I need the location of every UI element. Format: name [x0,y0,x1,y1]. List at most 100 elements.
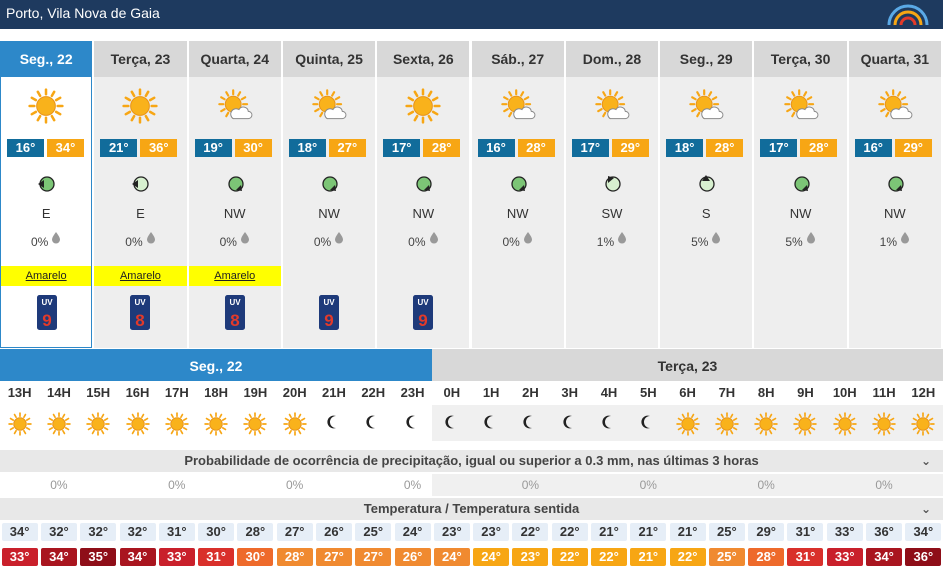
precip-prob: 1% [566,231,658,249]
hour-temp: 29° [748,523,785,541]
temp-section-header[interactable]: Temperatura / Temperatura sentida ⌄ [0,498,943,520]
day-column[interactable]: Seg., 29 18° 28° S 5% [660,41,753,348]
temp-min: 16° [477,139,515,157]
temp-max: 28° [706,139,744,157]
precip-section-header[interactable]: Probabilidade de ocorrência de precipita… [0,450,943,472]
hour-label: 10H [832,385,857,400]
wind-direction-label: NW [789,206,812,221]
sun-icon [747,412,786,436]
svg-text:UV: UV [229,298,241,307]
hour-temp: 27° [276,523,313,541]
uv-index-icon: UV 8 [224,295,245,330]
daily-forecast: Seg., 22 16° 34° E 0% Amarelo UV 9 Terça, … [0,41,943,348]
temp-max: 28° [423,139,461,157]
wind-direction-label: S [701,206,711,221]
svg-text:UV: UV [418,298,430,307]
wind-direction-icon [94,173,186,195]
hour-label: 7H [718,385,736,400]
day-column[interactable]: Quarta, 31 16° 29° NW 1% [848,41,941,348]
wind-direction-label: NW [318,206,340,221]
hour-feels-like: 34° [119,548,156,566]
day-header[interactable]: Sáb., 27 [471,41,564,77]
hour-temp: 30° [198,523,235,541]
day-column[interactable]: Seg., 22 16° 34° E 0% Amarelo UV 9 [0,41,93,348]
precip-value: 0% [875,478,893,492]
wind-direction-label: NW [412,206,435,221]
sun-cloud-icon [660,88,752,124]
hour-label: 12H [911,385,936,400]
day-header[interactable]: Seg., 22 [1,41,92,77]
day-header[interactable]: Sexta, 26 [377,41,470,77]
warning-badge[interactable]: Amarelo [94,266,187,286]
precip-prob: 5% [660,231,752,249]
day-header[interactable]: Terça, 30 [754,41,847,77]
uv-index-icon: UV 9 [318,295,339,330]
chevron-down-icon[interactable]: ⌄ [921,498,931,520]
day-column[interactable]: Quarta, 24 19° 30° NW 0% Amarelo UV 8 [188,41,281,348]
hour-temp: 26° [315,523,352,541]
temp-max: 34° [47,139,84,157]
sun-icon [668,412,707,436]
day-column[interactable]: Terça, 30 17° 28° NW 5% [754,41,847,348]
day-column[interactable]: Terça, 23 21° 36° E 0% Amarelo UV 8 [94,41,187,348]
uv-index-icon: UV 9 [413,295,434,330]
raindrop-icon [617,231,627,247]
precip-value: 0% [50,478,68,492]
top-bar: Porto, Vila Nova de Gaia [0,0,943,29]
warning-badge[interactable]: Amarelo [188,266,281,286]
raindrop-icon [334,231,344,247]
svg-text:UV: UV [41,298,53,307]
sun-icon [118,412,157,436]
precip-prob: 0% [377,231,469,249]
hour-label: 9H [797,385,814,400]
hourly-day2-header[interactable]: Terça, 23 [432,349,943,381]
hour-temp: 22° [512,523,549,541]
hour-temp: 31° [158,523,195,541]
moon-icon [354,412,393,436]
hour-feels-like: 34° [866,548,903,566]
day-header[interactable]: Dom., 28 [565,41,659,77]
sun-cloud-icon [472,88,564,124]
moon-icon [511,412,550,436]
hour-temp: 32° [119,523,156,541]
wind-direction-icon [849,173,941,195]
hour-label: 19H [243,385,268,400]
day-column[interactable]: Sáb., 27 16° 28° NW 0% [471,41,564,348]
hour-feels-like: 33° [158,548,195,566]
hour-temp: 31° [787,523,824,541]
sun-cloud-icon [754,88,846,124]
wind-direction-label: NW [884,206,906,221]
warning-badge[interactable]: Amarelo [1,266,92,286]
hour-feels-like: 33° [1,548,38,566]
day-header[interactable]: Quinta, 25 [282,41,376,77]
hour-feels-like: 22° [551,548,588,566]
svg-text:9: 9 [324,311,333,330]
day-header[interactable]: Terça, 23 [94,41,187,77]
day-header[interactable]: Seg., 29 [660,41,753,77]
temp-max: 36° [140,139,178,157]
svg-text:8: 8 [230,311,239,330]
hourly-day1-header[interactable]: Seg., 22 [0,349,432,381]
day-column[interactable]: Dom., 28 17° 29° SW 1% [565,41,659,348]
hour-feels-like: 33° [826,548,863,566]
precip-section-title: Probabilidade de ocorrência de precipita… [184,453,759,468]
precip-prob: 0% [1,231,91,249]
svg-text:9: 9 [42,311,51,330]
day-column[interactable]: Sexta, 26 17° 28° NW 0% UV 9 [377,41,470,348]
raindrop-icon [146,231,156,247]
day-header[interactable]: Quarta, 31 [848,41,941,77]
chevron-down-icon[interactable]: ⌄ [921,450,931,472]
day-column[interactable]: Quinta, 25 18° 27° NW 0% UV 9 [282,41,376,348]
sun-icon [79,412,118,436]
hour-temp: 23° [473,523,510,541]
hour-feels-like: 25° [708,548,745,566]
hourly-icons-row [0,405,943,441]
hour-temp: 25° [355,523,392,541]
wind-direction-label: NW [506,206,529,221]
sun-cloud-icon [283,88,375,124]
temp-min: 18° [288,139,326,157]
hour-temp: 32° [80,523,117,541]
raindrop-icon [51,231,61,247]
day-header[interactable]: Quarta, 24 [188,41,281,77]
wind-direction-label: E [41,206,51,221]
